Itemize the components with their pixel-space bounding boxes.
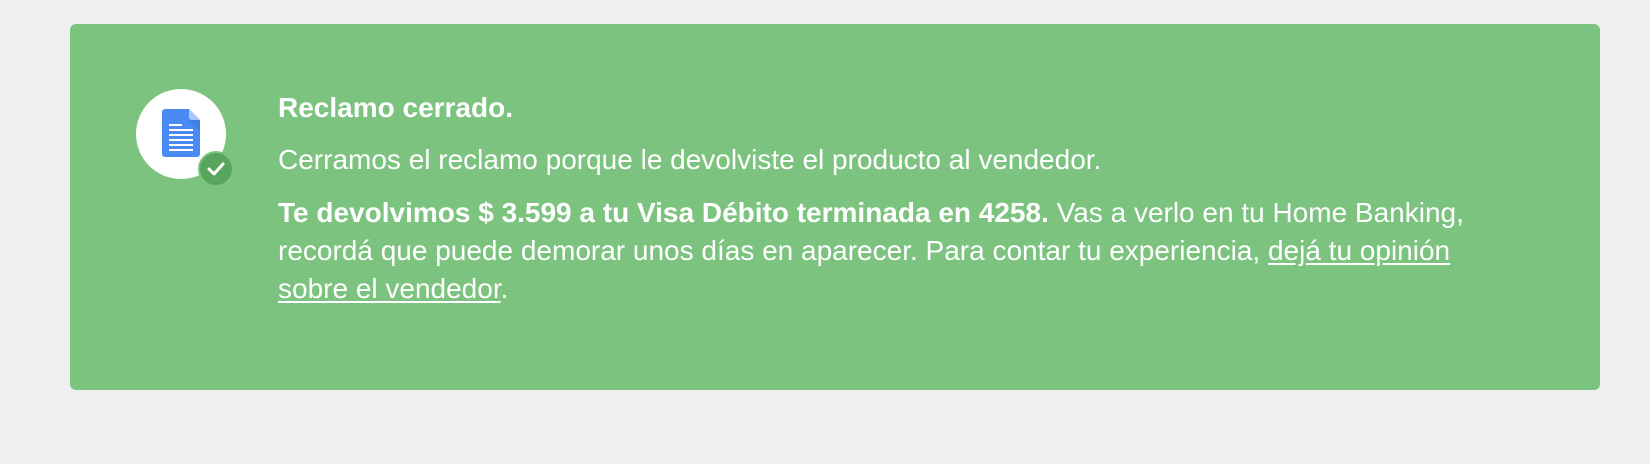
claim-closed-banner: Reclamo cerrado. Cerramos el reclamo por… <box>70 24 1600 390</box>
trailing-period: . <box>500 273 509 304</box>
notice-title: Reclamo cerrado. <box>278 92 513 123</box>
check-icon <box>207 162 225 176</box>
notice-content: Reclamo cerrado. Cerramos el reclamo por… <box>278 90 1508 308</box>
status-icon-group <box>136 89 234 187</box>
refund-message: Te devolvimos $ 3.599 a tu Visa Débito t… <box>278 194 1508 308</box>
document-icon <box>162 109 200 157</box>
notice-subtitle: Cerramos el reclamo porque le devolviste… <box>278 144 1102 175</box>
check-badge <box>198 151 234 187</box>
refund-amount-text: Te devolvimos $ 3.599 a tu Visa Débito t… <box>278 197 1049 228</box>
